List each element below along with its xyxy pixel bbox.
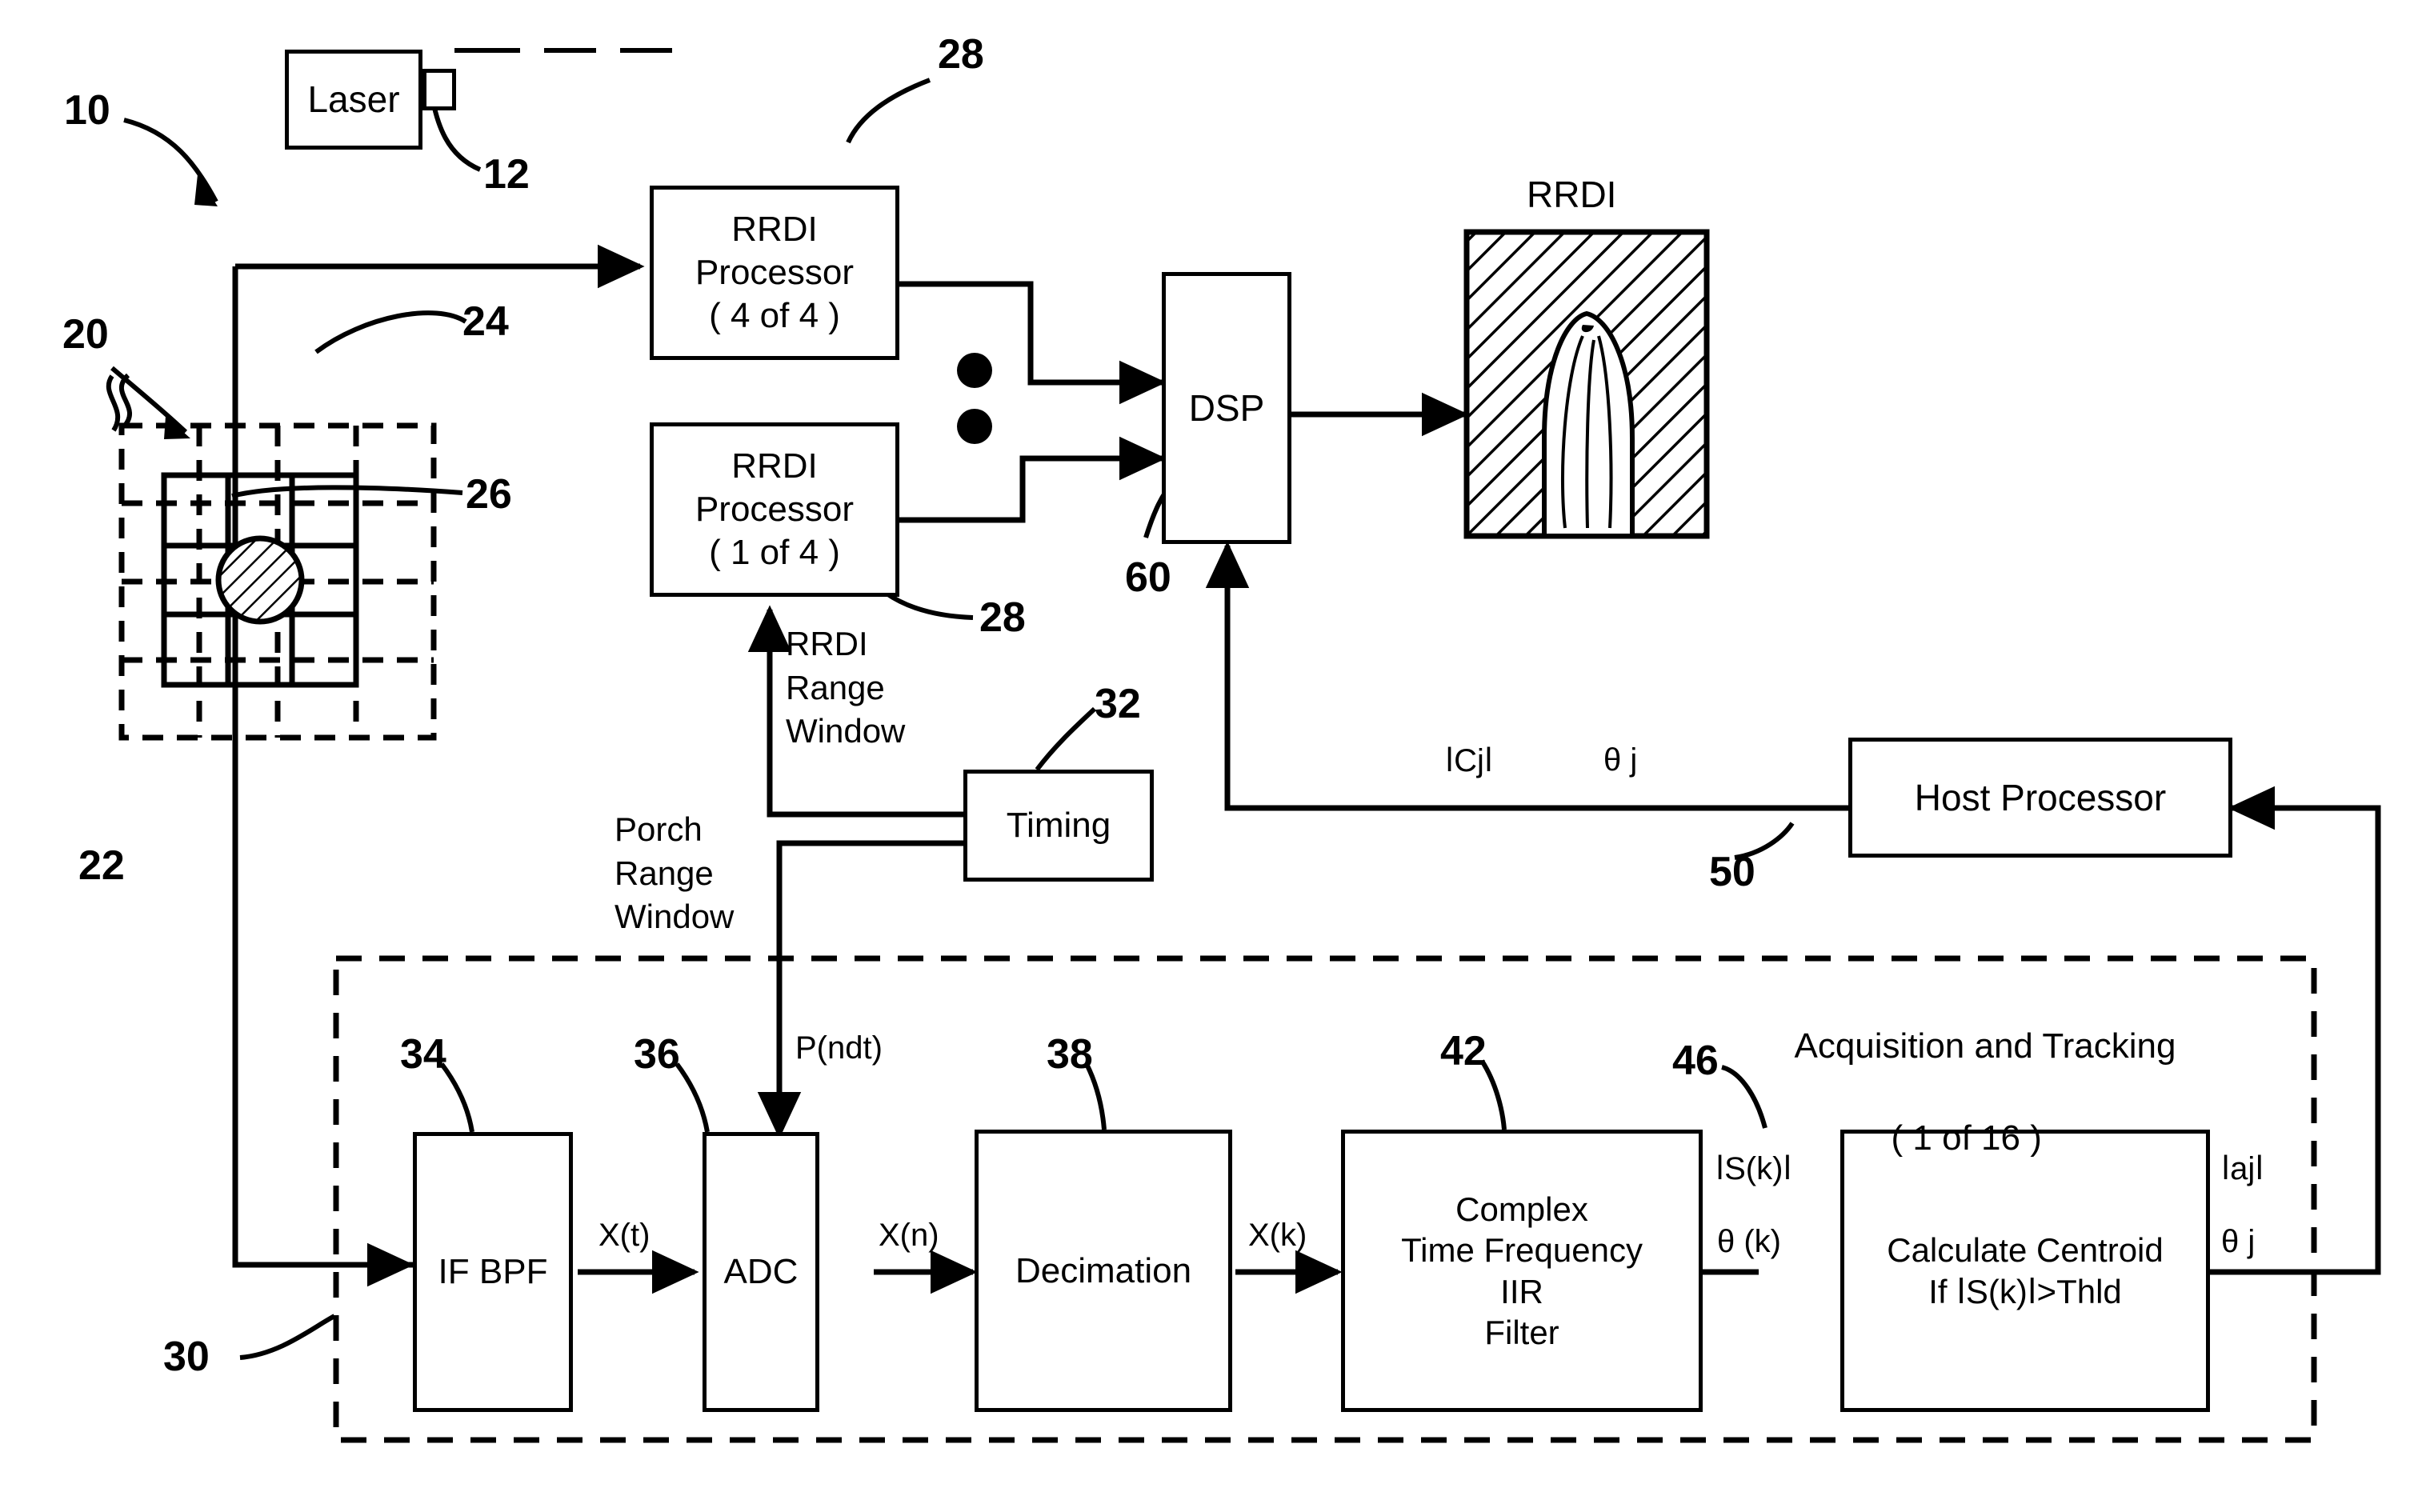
rrdi-processor-4of4-line2: Processor [695, 253, 855, 293]
iir-filter-line4: Filter [1484, 1313, 1559, 1351]
figure-canvas: Laser RRDI Processor ( 4 of 4 ) RRDI Pro… [0, 0, 2426, 1512]
rrdi-display-caption: RRDI [1527, 174, 1617, 215]
host-processor-block: Host Processor [1848, 738, 2232, 858]
decimation-block: Decimation [975, 1130, 1232, 1412]
timing-block: Timing [963, 770, 1154, 882]
callout-26: 26 [466, 471, 512, 518]
timing-label: Timing [1006, 806, 1111, 846]
rrdi-processor-4of4-line3: ( 4 of 4 ) [709, 295, 840, 335]
rrdi-image-content [1463, 229, 1710, 539]
x-n-label: X(n) [879, 1218, 939, 1253]
laser-block: Laser [285, 50, 422, 150]
if-bpf-label: IF BPF [438, 1252, 548, 1292]
c-j-magnitude-label: ⅼCjⅼ [1445, 743, 1493, 778]
adc-block: ADC [703, 1132, 819, 1412]
iir-filter-line3: IIR [1500, 1272, 1543, 1310]
target-spot-icon [215, 535, 305, 625]
s-k-magnitude-label: ⅼS(k)ⅼ [1715, 1151, 1792, 1186]
callout-20: 20 [62, 311, 109, 358]
callout-10: 10 [64, 87, 110, 134]
callout-24: 24 [462, 298, 509, 345]
if-bpf-block: IF BPF [413, 1132, 573, 1412]
callout-32: 32 [1095, 681, 1141, 727]
callout-30: 30 [163, 1334, 210, 1380]
laser-aperture-icon [422, 69, 456, 110]
ellipsis-dot-icon [957, 353, 992, 388]
iir-filter-line1: Complex [1455, 1190, 1588, 1229]
dsp-block: DSP [1162, 272, 1291, 544]
callout-42: 42 [1440, 1028, 1487, 1074]
callout-60: 60 [1125, 554, 1171, 601]
rrdi-range-window-label: RRDI Range Window [786, 625, 906, 750]
rrdi-processor-1of4-block: RRDI Processor ( 1 of 4 ) [650, 422, 899, 597]
callout-38: 38 [1047, 1031, 1093, 1078]
x-t-label: X(t) [598, 1218, 651, 1253]
calculate-centroid-line2: If ⅼS(k)ⅼ>Thld [1928, 1272, 2122, 1310]
x-k-label: X(k) [1248, 1218, 1307, 1253]
host-processor-label: Host Processor [1914, 776, 2167, 818]
rrdi-processor-1of4-line3: ( 1 of 4 ) [709, 532, 840, 572]
callout-12: 12 [483, 151, 530, 198]
iir-filter-line2: Time Frequency [1401, 1231, 1643, 1270]
theta-k-label: θ (k) [1717, 1224, 1781, 1259]
callout-28-top: 28 [938, 31, 984, 78]
rrdi-processor-1of4-line1: RRDI [731, 446, 818, 486]
p-ndt-label: P(ndt) [795, 1030, 883, 1066]
adc-label: ADC [723, 1252, 799, 1292]
callout-22: 22 [78, 842, 125, 889]
theta-j-right-label: θ j [2221, 1224, 2256, 1259]
decimation-label: Decimation [1015, 1250, 1192, 1290]
callout-36: 36 [634, 1031, 680, 1078]
acquisition-tracking-label: Acquisition and Tracking ( 1 of 16 ) [1757, 978, 2176, 1252]
theta-j-host-label: θ j [1603, 742, 1638, 778]
ellipsis-dot-icon [957, 409, 992, 444]
rrdi-processor-1of4-line2: Processor [695, 490, 855, 530]
callout-50: 50 [1709, 849, 1755, 895]
porch-range-window-label: Porch Range Window [615, 810, 735, 936]
acquisition-tracking-line1: Acquisition and Tracking [1794, 1026, 2176, 1066]
callout-28-bottom: 28 [979, 594, 1026, 641]
dsp-label: DSP [1188, 386, 1265, 429]
rrdi-processor-4of4-line1: RRDI [731, 210, 818, 250]
callout-34: 34 [400, 1031, 446, 1078]
a-j-magnitude-label: ⅼajⅼ [2221, 1151, 2264, 1186]
iir-filter-block: Complex Time Frequency IIR Filter [1341, 1130, 1703, 1412]
rrdi-processor-4of4-block: RRDI Processor ( 4 of 4 ) [650, 186, 899, 360]
acquisition-tracking-line2: ( 1 of 16 ) [1891, 1118, 2042, 1158]
laser-label: Laser [307, 78, 400, 121]
callout-46: 46 [1672, 1038, 1719, 1084]
